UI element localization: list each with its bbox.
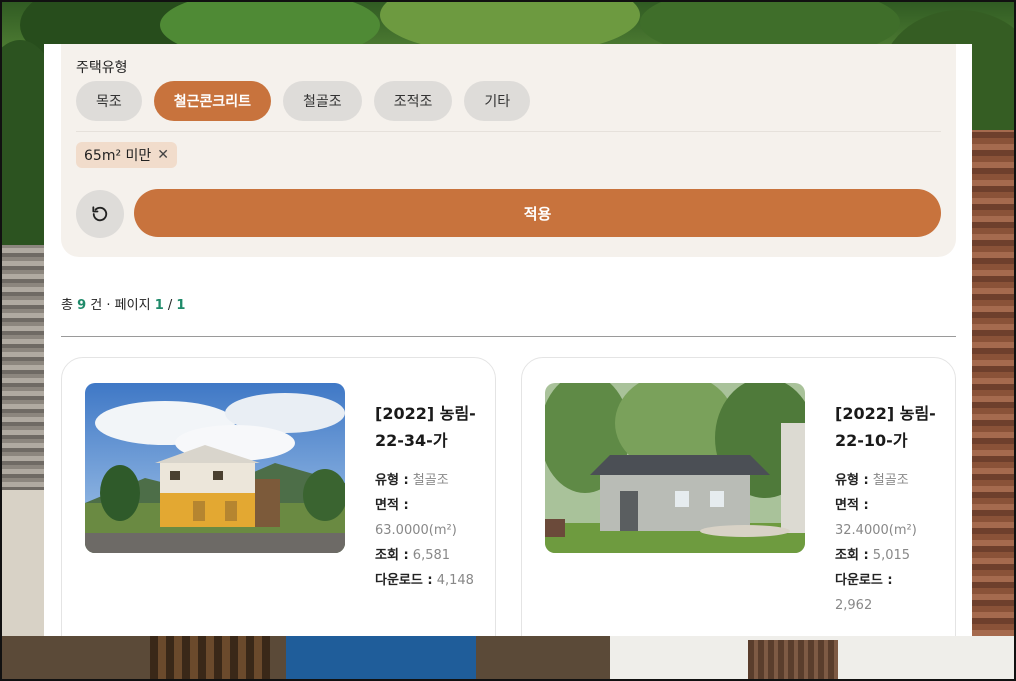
total-pages: 1	[176, 298, 186, 313]
summary-unit: 건 · 페이지	[90, 298, 151, 313]
house-title[interactable]: [2022] 농림-22-10-가	[835, 400, 945, 454]
house-thumbnail[interactable]	[85, 383, 345, 553]
type-label: 유형 :	[835, 473, 869, 488]
house-title[interactable]: [2022] 농림-22-34-가	[375, 400, 485, 454]
chip-reinforced-concrete[interactable]: 철근콘크리트	[153, 81, 272, 121]
downloads-value: 4,148	[436, 573, 474, 588]
reset-button[interactable]	[76, 190, 124, 238]
downloads-value: 2,962	[835, 598, 873, 613]
content-panel: 주택유형 목조 철근콘크리트 철골조 조적조 기타 65m² 미만 ✕ 적용 총…	[44, 44, 972, 636]
page-separator: /	[167, 298, 173, 313]
summary-prefix: 총	[61, 298, 73, 313]
house-meta: 유형 : 철골조 면적 : 32.4000(m²) 조회 : 5,015 다운로…	[835, 468, 945, 618]
area-label: 면적 :	[835, 498, 869, 513]
views-value: 6,581	[412, 548, 451, 563]
close-icon[interactable]: ✕	[157, 147, 169, 163]
house-meta: 유형 : 철골조 면적 : 63.0000(m²) 조회 : 6,581 다운로…	[375, 468, 485, 593]
apply-button[interactable]: 적용	[134, 189, 941, 237]
chip-other[interactable]: 기타	[464, 81, 531, 121]
house-thumbnail[interactable]	[545, 383, 805, 553]
house-info: [2022] 농림-22-10-가 유형 : 철골조 면적 : 32.4000(…	[835, 400, 945, 618]
type-value: 철골조	[412, 473, 449, 488]
downloads-label: 다운로드 :	[835, 573, 893, 588]
selected-filter-tag: 65m² 미만 ✕	[76, 142, 178, 168]
chip-masonry[interactable]: 조적조	[373, 81, 453, 121]
views-label: 조회 :	[835, 548, 869, 563]
chip-wood[interactable]: 목조	[76, 81, 142, 121]
filter-divider	[76, 131, 941, 132]
type-value: 철골조	[872, 473, 909, 488]
selected-filter-label: 65m² 미만	[84, 148, 152, 164]
result-summary: 총 9 건 · 페이지 1 / 1	[61, 294, 185, 313]
total-count: 9	[77, 298, 87, 313]
area-value: 63.0000(m²)	[375, 523, 457, 538]
filter-panel: 주택유형 목조 철근콘크리트 철골조 조적조 기타 65m² 미만 ✕ 적용	[61, 44, 956, 257]
house-card[interactable]: [2022] 농림-22-34-가 유형 : 철골조 면적 : 63.0000(…	[61, 357, 496, 636]
house-info: [2022] 농림-22-34-가 유형 : 철골조 면적 : 63.0000(…	[375, 400, 485, 593]
chip-steel-frame[interactable]: 철골조	[283, 81, 362, 121]
current-page: 1	[154, 298, 164, 313]
views-value: 5,015	[872, 548, 911, 563]
refresh-icon	[92, 206, 108, 222]
views-label: 조회 :	[375, 548, 409, 563]
type-label: 유형 :	[375, 473, 409, 488]
filter-title: 주택유형	[76, 60, 128, 76]
area-label: 면적 :	[375, 498, 409, 513]
summary-divider	[61, 336, 956, 337]
house-type-chips: 목조 철근콘크리트 철골조 조적조 기타	[76, 81, 531, 121]
downloads-label: 다운로드 :	[375, 573, 433, 588]
area-value: 32.4000(m²)	[835, 523, 917, 538]
house-card[interactable]: [2022] 농림-22-10-가 유형 : 철골조 면적 : 32.4000(…	[521, 357, 956, 636]
